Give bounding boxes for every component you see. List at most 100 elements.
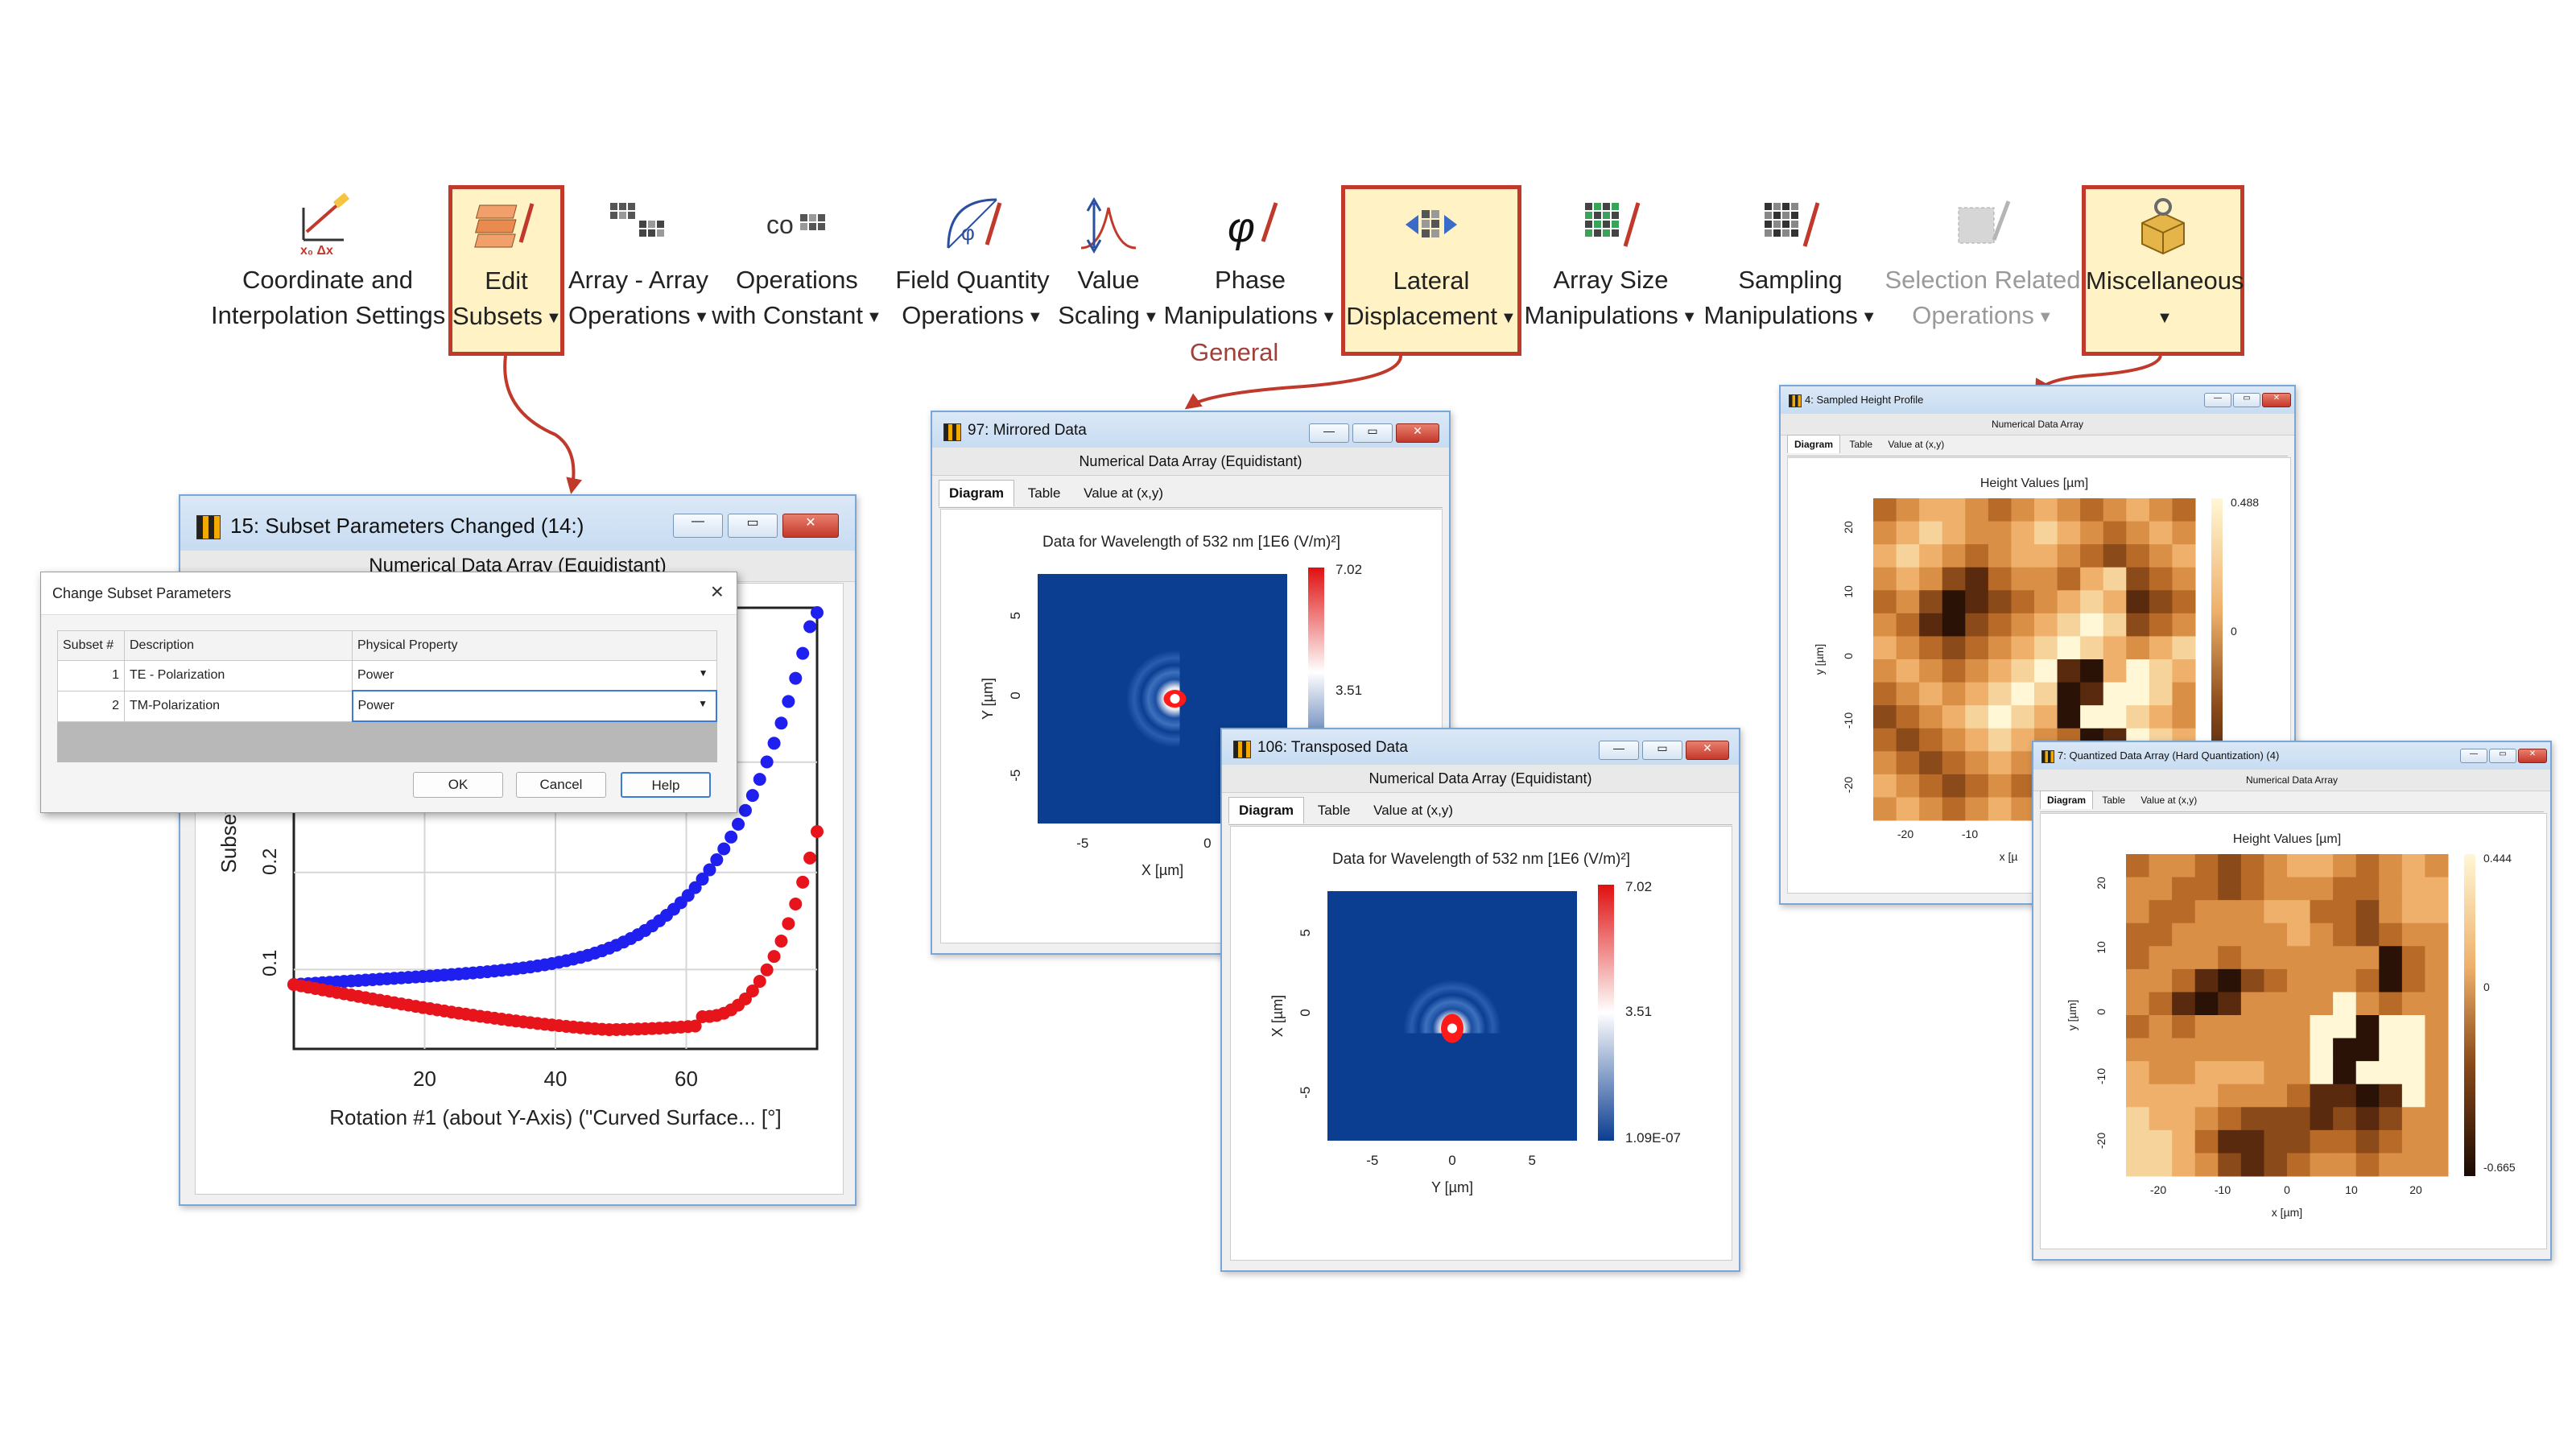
- height-cell: [2264, 1107, 2288, 1131]
- x-tick-label: 0: [1448, 1153, 1455, 1168]
- window-subtitle: Numerical Data Array: [2033, 770, 2550, 791]
- maximize-button[interactable]: ▭: [2489, 749, 2516, 763]
- close-button[interactable]: ✕: [1396, 423, 1439, 443]
- height-cell: [2194, 1084, 2219, 1108]
- height-cell: [2401, 968, 2425, 993]
- height-cell: [2264, 1129, 2288, 1154]
- tab-diagram[interactable]: Diagram: [939, 480, 1015, 506]
- dialog-titlebar[interactable]: Change Subset Parameters ×: [41, 572, 737, 615]
- height-cell: [2355, 1015, 2380, 1039]
- x-tick-label: 40: [544, 1067, 568, 1091]
- height-cell: [2194, 877, 2219, 901]
- minimize-button[interactable]: —: [2204, 393, 2231, 407]
- height-cell: [2287, 1129, 2311, 1154]
- window-titlebar[interactable]: 15: Subset Parameters Changed (14:) — ▭ …: [180, 496, 855, 551]
- window-titlebar[interactable]: 7: Quantized Data Array (Hard Quantizati…: [2033, 742, 2550, 770]
- height-cell: [2172, 923, 2196, 947]
- height-cell: [2287, 992, 2311, 1016]
- tab-diagram[interactable]: Diagram: [1228, 797, 1305, 824]
- height-cell: [1896, 797, 1920, 821]
- height-cell: [2126, 567, 2150, 591]
- tab-table[interactable]: Table: [1308, 798, 1360, 824]
- table-row[interactable]: 1 TE - Polarization Power ▼: [57, 660, 717, 691]
- height-cell: [2264, 1038, 2288, 1062]
- height-cell: [2172, 900, 2196, 924]
- physical-property-select[interactable]: Power ▼: [352, 660, 717, 691]
- height-cell: [2126, 1038, 2150, 1062]
- height-cell: [2333, 900, 2357, 924]
- window-titlebar[interactable]: 4: Sampled Height Profile — ▭ ✕: [1781, 386, 2294, 414]
- tab-table[interactable]: Table: [1843, 436, 1879, 453]
- height-cell: [1965, 797, 1989, 821]
- colorbar: [1598, 885, 1614, 1141]
- height-cell: [2425, 854, 2449, 878]
- height-cell: [1965, 544, 1989, 568]
- red-series-point: [767, 950, 781, 964]
- height-cell: [1965, 751, 1989, 775]
- plot-title: Height Values [µm]: [1980, 477, 2088, 490]
- height-cell: [2355, 923, 2380, 947]
- close-button[interactable]: ✕: [2262, 393, 2291, 407]
- height-cell: [2287, 1107, 2311, 1131]
- height-cell: [2103, 636, 2127, 660]
- height-cell: [2080, 613, 2104, 637]
- height-cell: [2011, 590, 2035, 614]
- height-cell: [2057, 590, 2081, 614]
- height-cell: [1919, 521, 1943, 545]
- height-cell: [2194, 1153, 2219, 1177]
- height-cell: [1942, 521, 1966, 545]
- physical-property-select[interactable]: Power ▼: [351, 690, 717, 722]
- height-cell: [2218, 877, 2242, 901]
- cancel-button[interactable]: Cancel: [516, 772, 606, 798]
- window-titlebar[interactable]: 106: Transposed Data — ▭ ✕: [1222, 729, 1739, 765]
- minimize-button[interactable]: —: [2460, 749, 2487, 763]
- height-cell: [2287, 877, 2311, 901]
- height-cell: [2287, 1015, 2311, 1039]
- maximize-button[interactable]: ▭: [1642, 741, 1682, 760]
- tab-value-at-xy[interactable]: Value at (x,y): [1881, 436, 1951, 453]
- height-cell: [2401, 877, 2425, 901]
- maximize-button[interactable]: ▭: [2233, 393, 2260, 407]
- height-cell: [1965, 774, 1989, 798]
- window-title: 7: Quantized Data Array (Hard Quantizati…: [2058, 749, 2280, 762]
- x-tick-label: -20: [1897, 828, 1913, 840]
- height-cell: [2379, 1153, 2403, 1177]
- minimize-button[interactable]: —: [1309, 423, 1349, 443]
- y-tick-label: 0: [1298, 1009, 1313, 1016]
- close-button[interactable]: ✕: [782, 514, 839, 538]
- tab-table[interactable]: Table: [1018, 481, 1071, 506]
- height-cell: [2194, 1038, 2219, 1062]
- height-cell: [1988, 590, 2012, 614]
- height-cell: [1988, 705, 2012, 729]
- tab-value-at-xy[interactable]: Value at (x,y): [2134, 791, 2203, 809]
- subset-description[interactable]: TM-Polarization: [124, 690, 353, 722]
- tab-table[interactable]: Table: [2095, 791, 2132, 809]
- height-cell: [1965, 613, 1989, 637]
- height-cell: [2379, 1107, 2403, 1131]
- height-cell: [2379, 1129, 2403, 1154]
- minimize-button[interactable]: —: [673, 514, 723, 538]
- help-button[interactable]: Help: [621, 772, 711, 798]
- height-cell: [2333, 1015, 2357, 1039]
- height-cell: [2333, 1038, 2357, 1062]
- height-cell: [1896, 498, 1920, 522]
- window-titlebar[interactable]: 97: Mirrored Data — ▭ ✕: [932, 412, 1449, 448]
- tab-diagram[interactable]: Diagram: [1787, 435, 1841, 453]
- close-button[interactable]: ✕: [2518, 749, 2547, 763]
- tab-value-at-xy[interactable]: Value at (x,y): [1074, 481, 1173, 506]
- table-row[interactable]: 2 TM-Polarization Power ▼: [57, 690, 717, 722]
- ok-button[interactable]: OK: [413, 772, 503, 798]
- close-button[interactable]: ✕: [1686, 741, 1729, 760]
- tab-diagram[interactable]: Diagram: [2040, 791, 2094, 809]
- blue-series-point: [710, 853, 724, 867]
- maximize-button[interactable]: ▭: [728, 514, 778, 538]
- maximize-button[interactable]: ▭: [1352, 423, 1393, 443]
- height-cell: [2218, 968, 2242, 993]
- minimize-button[interactable]: —: [1599, 741, 1639, 760]
- close-icon[interactable]: ×: [711, 579, 724, 605]
- tab-value-at-xy[interactable]: Value at (x,y): [1364, 798, 1463, 824]
- height-cell: [1919, 567, 1943, 591]
- height-cell: [1919, 636, 1943, 660]
- subset-description[interactable]: TE - Polarization: [124, 660, 353, 691]
- height-cell: [1965, 521, 1989, 545]
